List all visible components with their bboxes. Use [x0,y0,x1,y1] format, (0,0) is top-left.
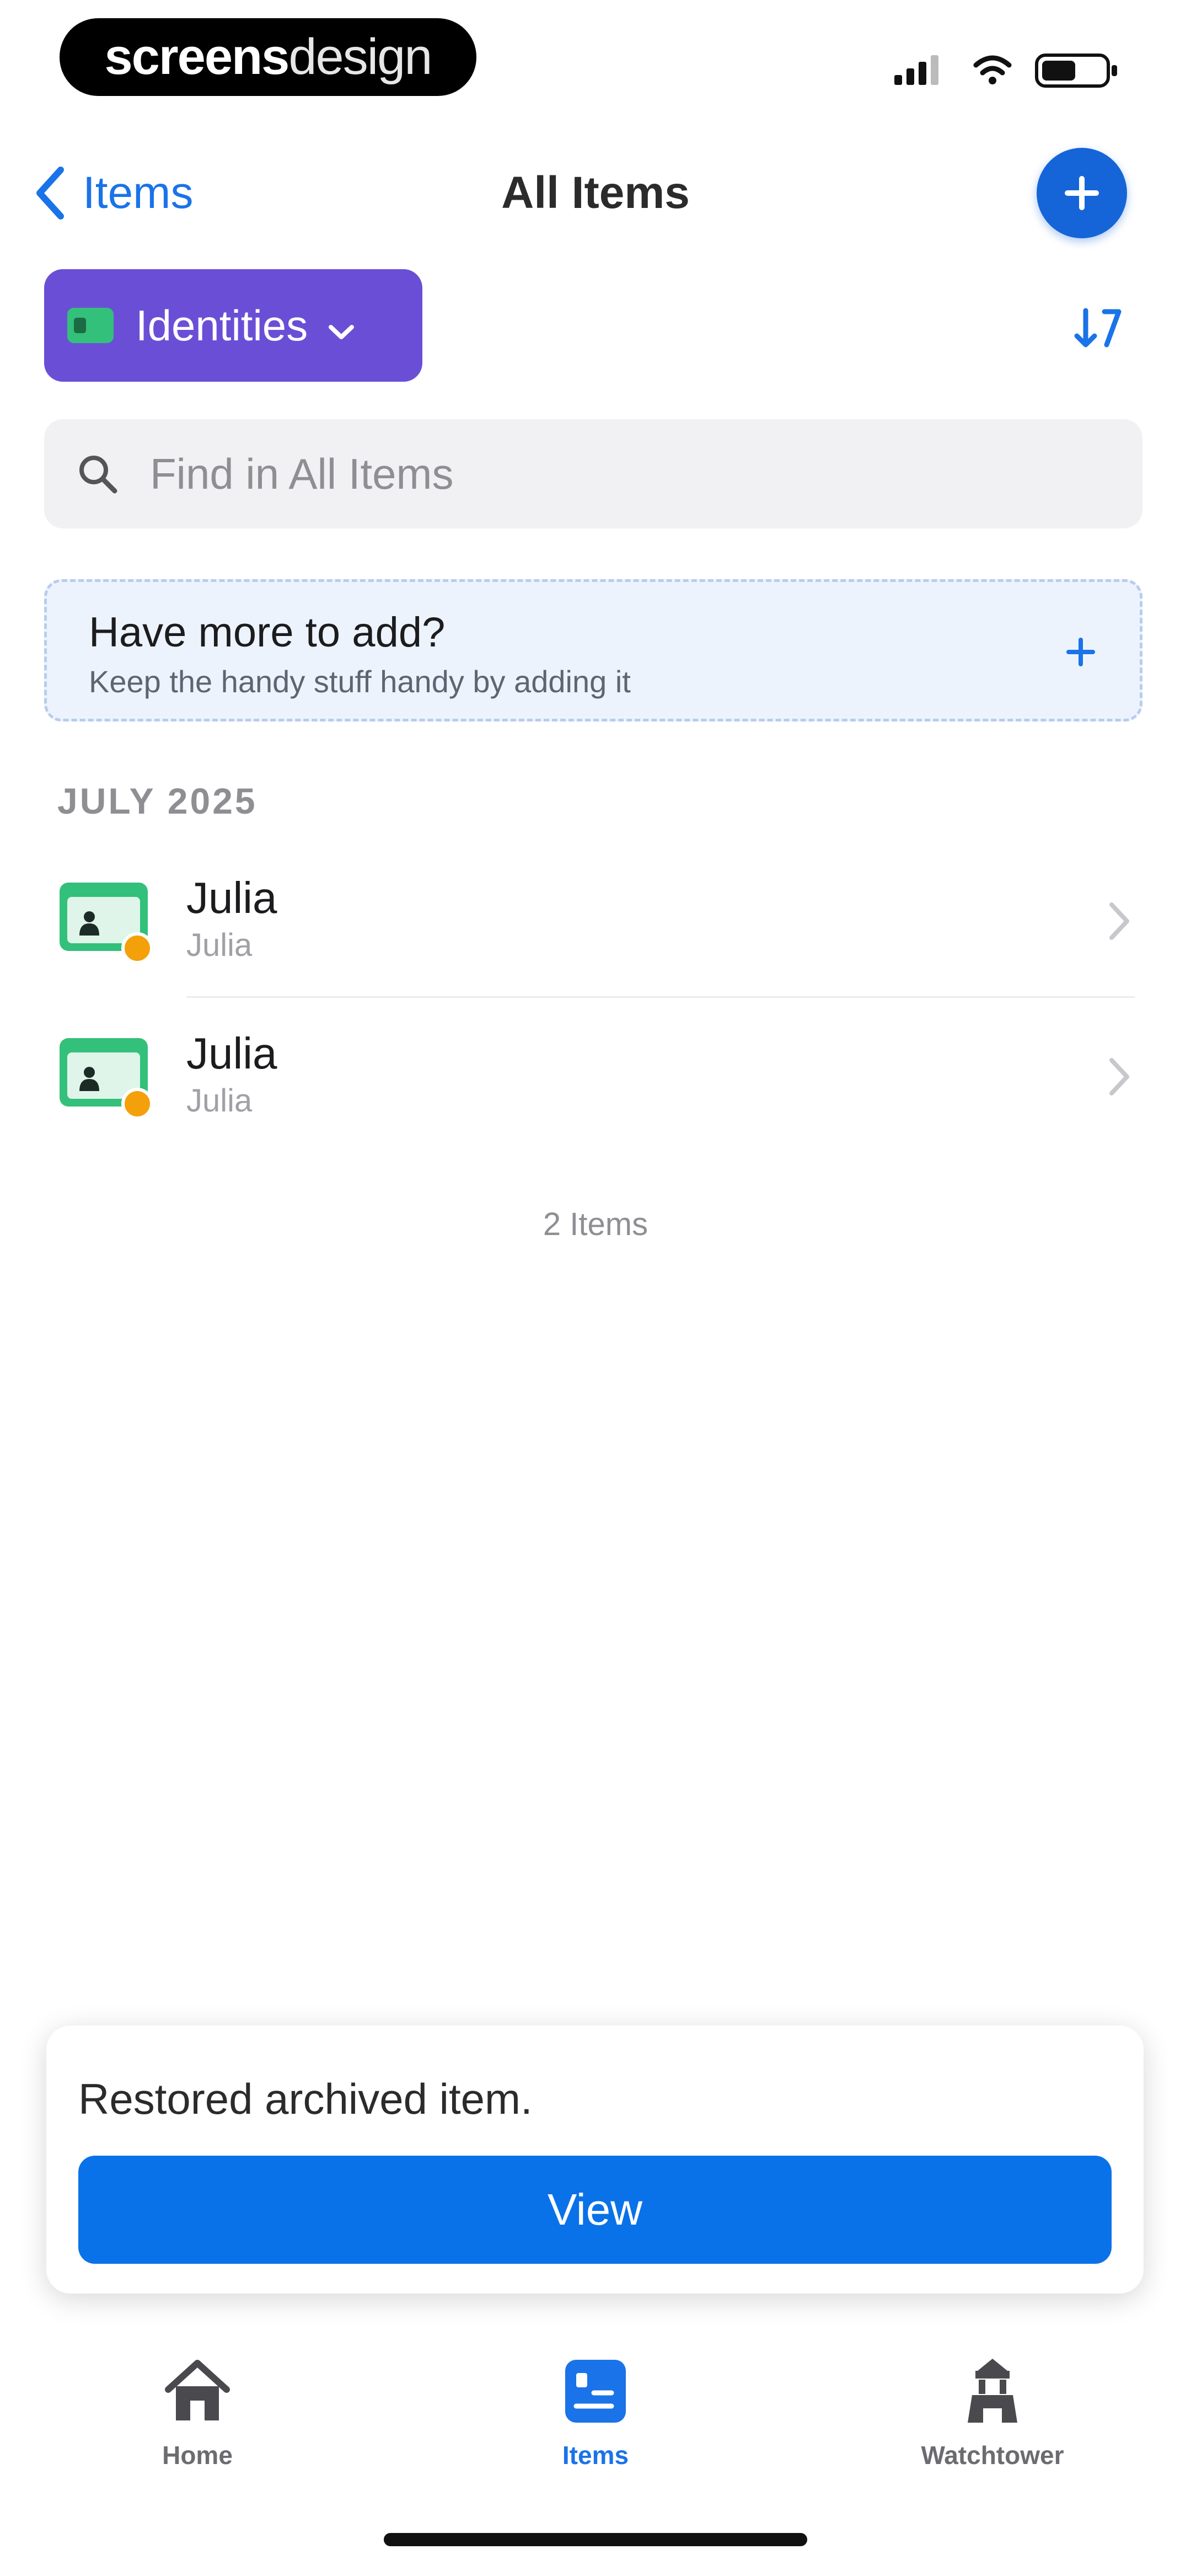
chevron-right-icon [1109,1058,1129,1095]
section-header-date: JULY 2025 [57,781,257,821]
identity-card-icon [67,308,114,343]
list-item[interactable]: Julia Julia [44,1000,1147,1154]
item-count-label: 2 Items [543,1206,648,1242]
chevron-right-icon [1109,902,1129,940]
identity-item-icon [60,1038,153,1120]
watchtower-icon [968,2359,1017,2423]
chevron-down-icon [328,301,355,351]
items-icon [565,2360,626,2423]
restore-toast: Restored archived item. View [46,2025,1144,2294]
tab-label: Watchtower [921,2441,1064,2470]
tab-label: Items [562,2441,629,2470]
cellular-wifi-battery-icon [894,54,1117,88]
search-input[interactable] [149,448,1088,500]
item-title: Julia [186,873,277,922]
tab-items[interactable]: Items [458,2355,733,2482]
item-subtitle: Julia [186,927,253,963]
view-button[interactable]: View [78,2156,1112,2264]
promo-title: Have more to add? [89,609,446,656]
sort-button[interactable] [1064,298,1130,359]
identity-item-icon [60,883,153,964]
logo-text-light: design [288,29,432,85]
chevron-left-icon [36,167,64,220]
item-title: Julia [186,1029,277,1078]
tab-home[interactable]: Home [60,2355,335,2482]
screensdesign-logo: screens design [60,18,476,96]
toast-message: Restored archived item. [78,2075,533,2123]
promo-subtitle: Keep the handy stuff handy by adding it [89,664,631,699]
item-subtitle: Julia [186,1083,253,1119]
tab-label: Home [162,2441,233,2470]
plus-icon [1065,176,1099,210]
add-item-button[interactable] [1037,148,1127,238]
tab-watchtower[interactable]: Watchtower [855,2355,1130,2482]
search-field[interactable] [44,419,1142,528]
category-filter-button[interactable]: Identities [44,269,422,382]
back-button[interactable]: Items [33,160,193,226]
promo-add-button[interactable] [1056,627,1106,677]
list-item[interactable]: Julia Julia [44,844,1147,998]
add-more-promo-card[interactable]: Have more to add? Keep the handy stuff h… [44,579,1142,722]
status-bar-icons [893,46,1125,90]
plus-icon [1066,638,1095,666]
row-divider [186,996,1135,998]
home-icon [165,2360,230,2420]
sort-icon [1074,308,1122,348]
favorite-badge-icon [121,932,153,964]
search-icon [79,456,117,494]
logo-text-bold: screens [104,29,290,85]
home-indicator [384,2533,807,2546]
category-filter-label: Identities [136,301,308,350]
favorite-badge-icon [121,1088,153,1120]
back-button-label: Items [83,168,194,218]
